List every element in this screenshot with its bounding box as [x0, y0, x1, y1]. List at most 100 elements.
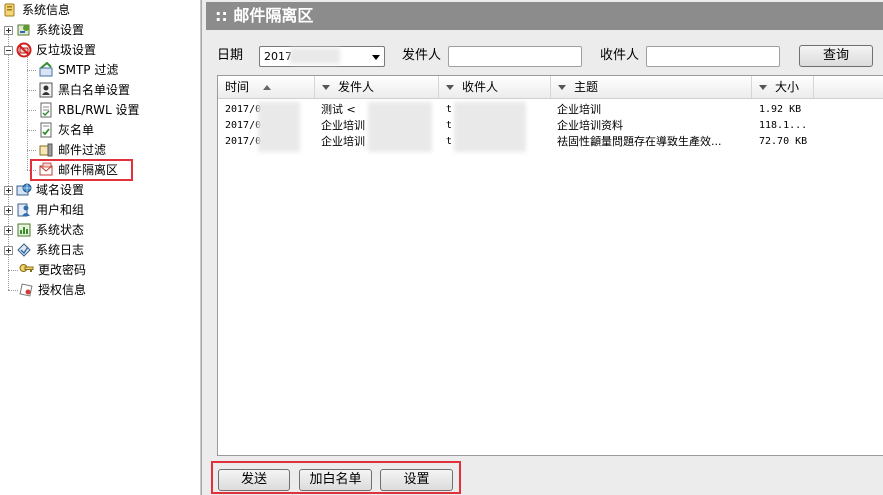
tree-connector [8, 290, 18, 291]
system-status-icon [16, 222, 32, 238]
tree-item-domain-settings[interactable]: 域名设置 [4, 180, 84, 200]
tree-item-system-log[interactable]: 系统日志 [4, 240, 84, 260]
cell-recipient: t [446, 136, 453, 147]
tree-item-mail-filter[interactable]: 邮件过滤 [38, 140, 106, 160]
tree-item-label: 黑白名单设置 [58, 83, 131, 97]
quarantine-panel: :: 邮件隔离区 日期 2017- 发件人 收件人 查询 时间 发件人 收件人 [201, 0, 883, 495]
column-label: 大小 [775, 80, 800, 94]
cell-sender: 企业培训 [321, 119, 365, 132]
column-label: 时间 [225, 80, 250, 94]
smtp-filter-icon [38, 61, 54, 78]
tree-connector [27, 130, 36, 131]
table-row[interactable]: 2017/0 企业培训 t 企业培训资料 118.1... [218, 118, 883, 134]
tree-item-label: 域名设置 [36, 183, 85, 197]
column-label: 主题 [574, 80, 599, 94]
tree-item-system-status[interactable]: 系统状态 [4, 220, 84, 240]
cell-subject: 企业培训 [557, 103, 601, 116]
expand-toggle[interactable] [4, 205, 13, 215]
change-password-icon [18, 262, 34, 278]
tree-item-system-info[interactable]: 系统信息 [2, 0, 70, 20]
tree-item-smtp-filter[interactable]: SMTP 过滤 [38, 60, 118, 80]
column-dropdown-icon [322, 84, 330, 90]
date-label: 日期 [217, 48, 244, 63]
sort-ascending-icon [263, 84, 272, 90]
expand-toggle[interactable] [4, 25, 13, 35]
expand-toggle[interactable] [4, 245, 13, 255]
tree-item-label: 系统日志 [36, 243, 85, 257]
info-folder-icon [2, 2, 18, 18]
tree-item-greylist[interactable]: 灰名单 [38, 120, 94, 140]
tree-item-label: 更改密码 [38, 263, 87, 277]
tree-item-rbl-rwl[interactable]: RBL/RWL 设置 [38, 100, 140, 120]
tree-item-label: 系统状态 [36, 223, 85, 237]
cell-recipient: t [446, 120, 453, 131]
tree-connector [27, 70, 36, 71]
recipient-label: 收件人 [600, 48, 640, 63]
cell-recipient: t [446, 104, 453, 115]
tree-item-black-white-list[interactable]: 黑白名单设置 [38, 80, 130, 100]
cell-subject: 祛固性龥量問題存在導致生產效... [557, 135, 722, 148]
add-whitelist-button[interactable]: 加白名单 [299, 469, 372, 491]
collapse-toggle[interactable] [4, 45, 13, 55]
tree-item-label: RBL/RWL 设置 [58, 103, 140, 117]
query-button[interactable]: 查询 [799, 45, 873, 67]
cell-size: 118.1... [759, 120, 808, 131]
anti-spam-icon [16, 42, 32, 58]
column-label: 收件人 [462, 80, 499, 94]
system-log-icon [16, 242, 32, 258]
tree-item-label: SMTP 过滤 [58, 63, 119, 77]
expand-toggle[interactable] [4, 225, 13, 235]
domain-globe-icon [16, 182, 32, 198]
tree-item-users-groups[interactable]: 用户和组 [4, 200, 84, 220]
column-dropdown-icon [759, 84, 767, 90]
tree-item-change-password[interactable]: 更改密码 [18, 260, 86, 280]
cell-size: 1.92 KB [759, 104, 802, 115]
column-header-time[interactable]: 时间 [218, 76, 315, 98]
expand-toggle[interactable] [4, 185, 13, 195]
settings-button[interactable]: 设置 [380, 469, 453, 491]
cell-sender: 测试 < [321, 103, 356, 116]
user-list-icon [38, 82, 54, 98]
tree-connector [27, 150, 36, 151]
tree-item-label: 系统信息 [22, 3, 71, 17]
column-header-sender[interactable]: 发件人 [315, 76, 439, 98]
column-header-subject[interactable]: 主题 [551, 76, 752, 98]
tree-connector [27, 90, 36, 91]
selection-highlight-box [30, 159, 133, 181]
users-groups-icon [16, 202, 32, 218]
redacted-region [290, 48, 340, 64]
redacted-region [258, 102, 300, 152]
tree-item-label: 授权信息 [38, 283, 87, 297]
cell-time: 2017/0 [225, 136, 262, 147]
table-row[interactable]: 2017/0 企业培训 t 祛固性龥量問題存在導致生產效... 72.70 KB [218, 134, 883, 150]
sender-input[interactable] [448, 46, 582, 67]
send-button[interactable]: 发送 [218, 469, 290, 491]
tree-connector [27, 110, 36, 111]
tree-item-label: 邮件过滤 [58, 143, 107, 157]
page-title: :: 邮件隔离区 [206, 2, 883, 30]
column-header-size[interactable]: 大小 [752, 76, 814, 98]
redacted-region [368, 102, 432, 152]
license-icon [18, 282, 34, 298]
column-header-recipient[interactable]: 收件人 [439, 76, 551, 98]
cell-time: 2017/0 [225, 104, 262, 115]
tree-item-label: 反垃圾设置 [36, 43, 97, 57]
recipient-input[interactable] [646, 46, 780, 67]
table-row[interactable]: 2017/0 测试 < t 企业培训 1.92 KB [218, 102, 883, 118]
tree-item-license-info[interactable]: 授权信息 [18, 280, 86, 300]
redacted-region [454, 102, 526, 152]
chevron-down-icon [372, 55, 380, 60]
column-label: 发件人 [338, 80, 375, 94]
column-dropdown-icon [446, 84, 454, 90]
tree-item-system-settings[interactable]: 系统设置 [4, 20, 84, 40]
cell-time: 2017/0 [225, 120, 262, 131]
table-header: 时间 发件人 收件人 主题 大小 [218, 76, 883, 99]
settings-gear-icon [16, 22, 32, 38]
tree-item-label: 用户和组 [36, 203, 85, 217]
tree-item-label: 灰名单 [58, 123, 95, 137]
navigation-tree: 系统信息 系统设置 反垃圾设置 SMTP 过滤 黑白名单设置 RBL/RWL 设… [0, 0, 201, 495]
tree-item-anti-spam[interactable]: 反垃圾设置 [4, 40, 96, 60]
quarantine-message-table: 时间 发件人 收件人 主题 大小 2017/0 测试 < t 企业培训 1.92… [217, 75, 883, 456]
tree-connector [8, 270, 18, 271]
sender-label: 发件人 [402, 48, 442, 63]
